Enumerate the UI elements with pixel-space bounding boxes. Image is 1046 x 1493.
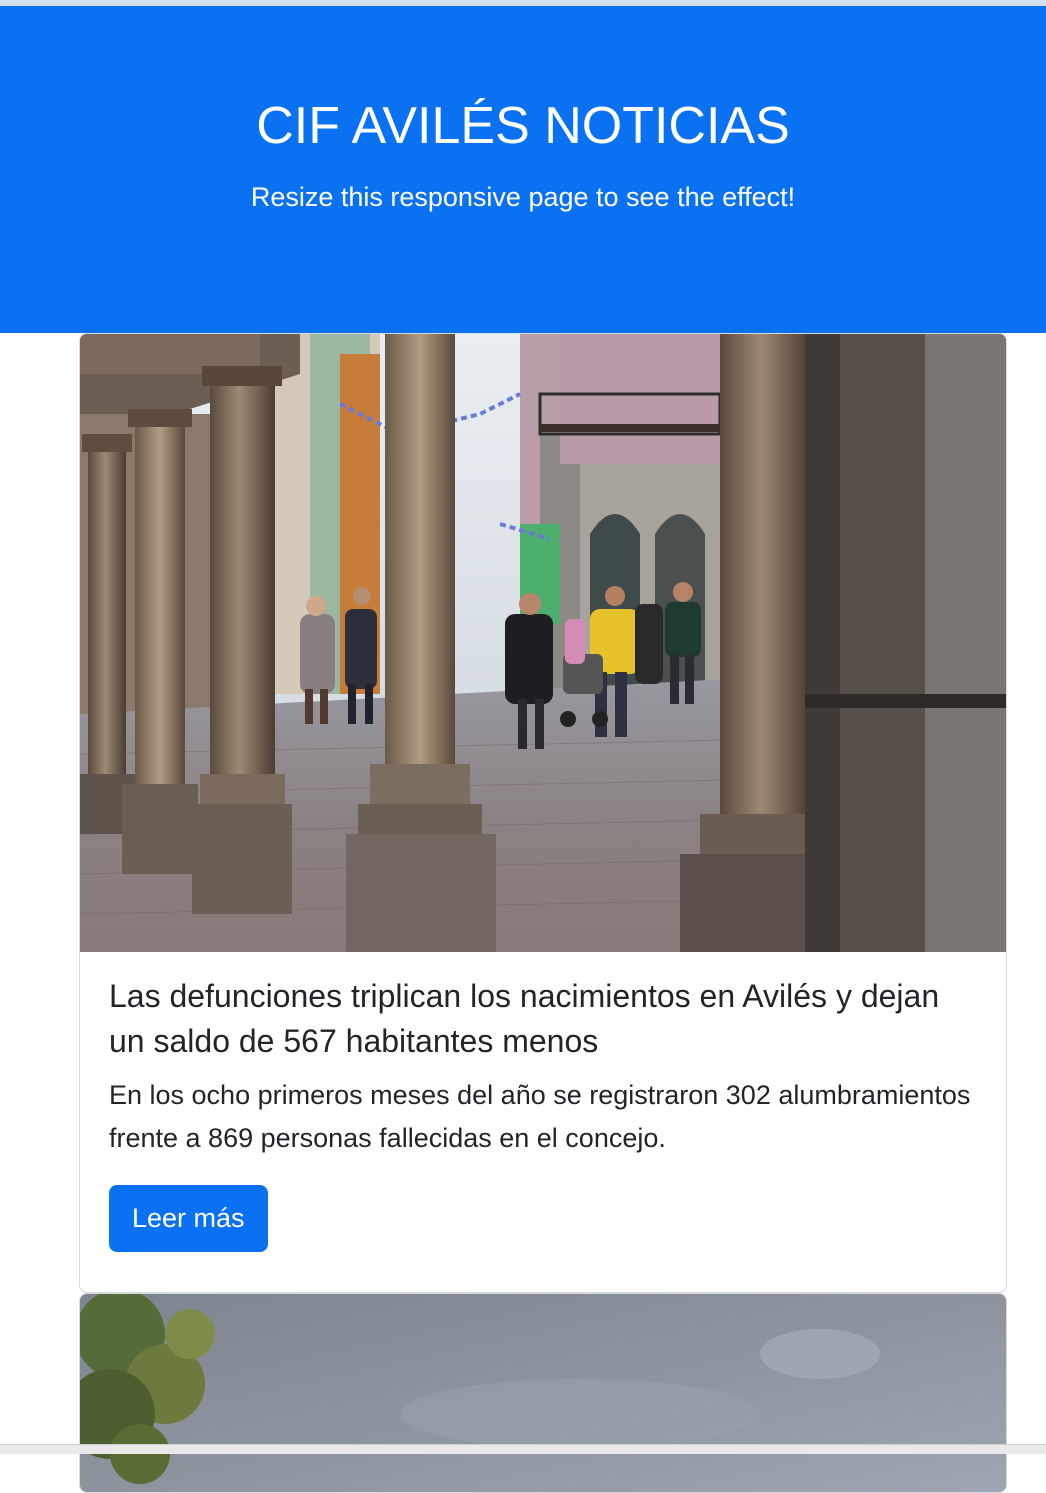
arcade-street-photo [80, 334, 1006, 952]
news-card-body: Las defunciones triplican los nacimiento… [109, 974, 977, 1252]
page-title: CIF AVILÉS NOTICIAS [256, 97, 790, 155]
news-card-image [80, 1294, 1006, 1492]
page-header: CIF AVILÉS NOTICIAS Resize this responsi… [0, 6, 1046, 333]
news-card: Las defunciones triplican los nacimiento… [79, 333, 1007, 1293]
news-card-image [80, 334, 1006, 952]
read-more-button[interactable]: Leer más [109, 1185, 268, 1252]
news-card-title: Las defunciones triplican los nacimiento… [109, 978, 940, 1059]
cloudy-sky-photo [80, 1294, 1006, 1492]
horizontal-scrollbar[interactable] [0, 1444, 1046, 1454]
page-subtitle: Resize this responsive page to see the e… [250, 182, 796, 212]
news-card-text: En los ocho primeros meses del año se re… [109, 1080, 971, 1153]
news-card [79, 1293, 1007, 1493]
